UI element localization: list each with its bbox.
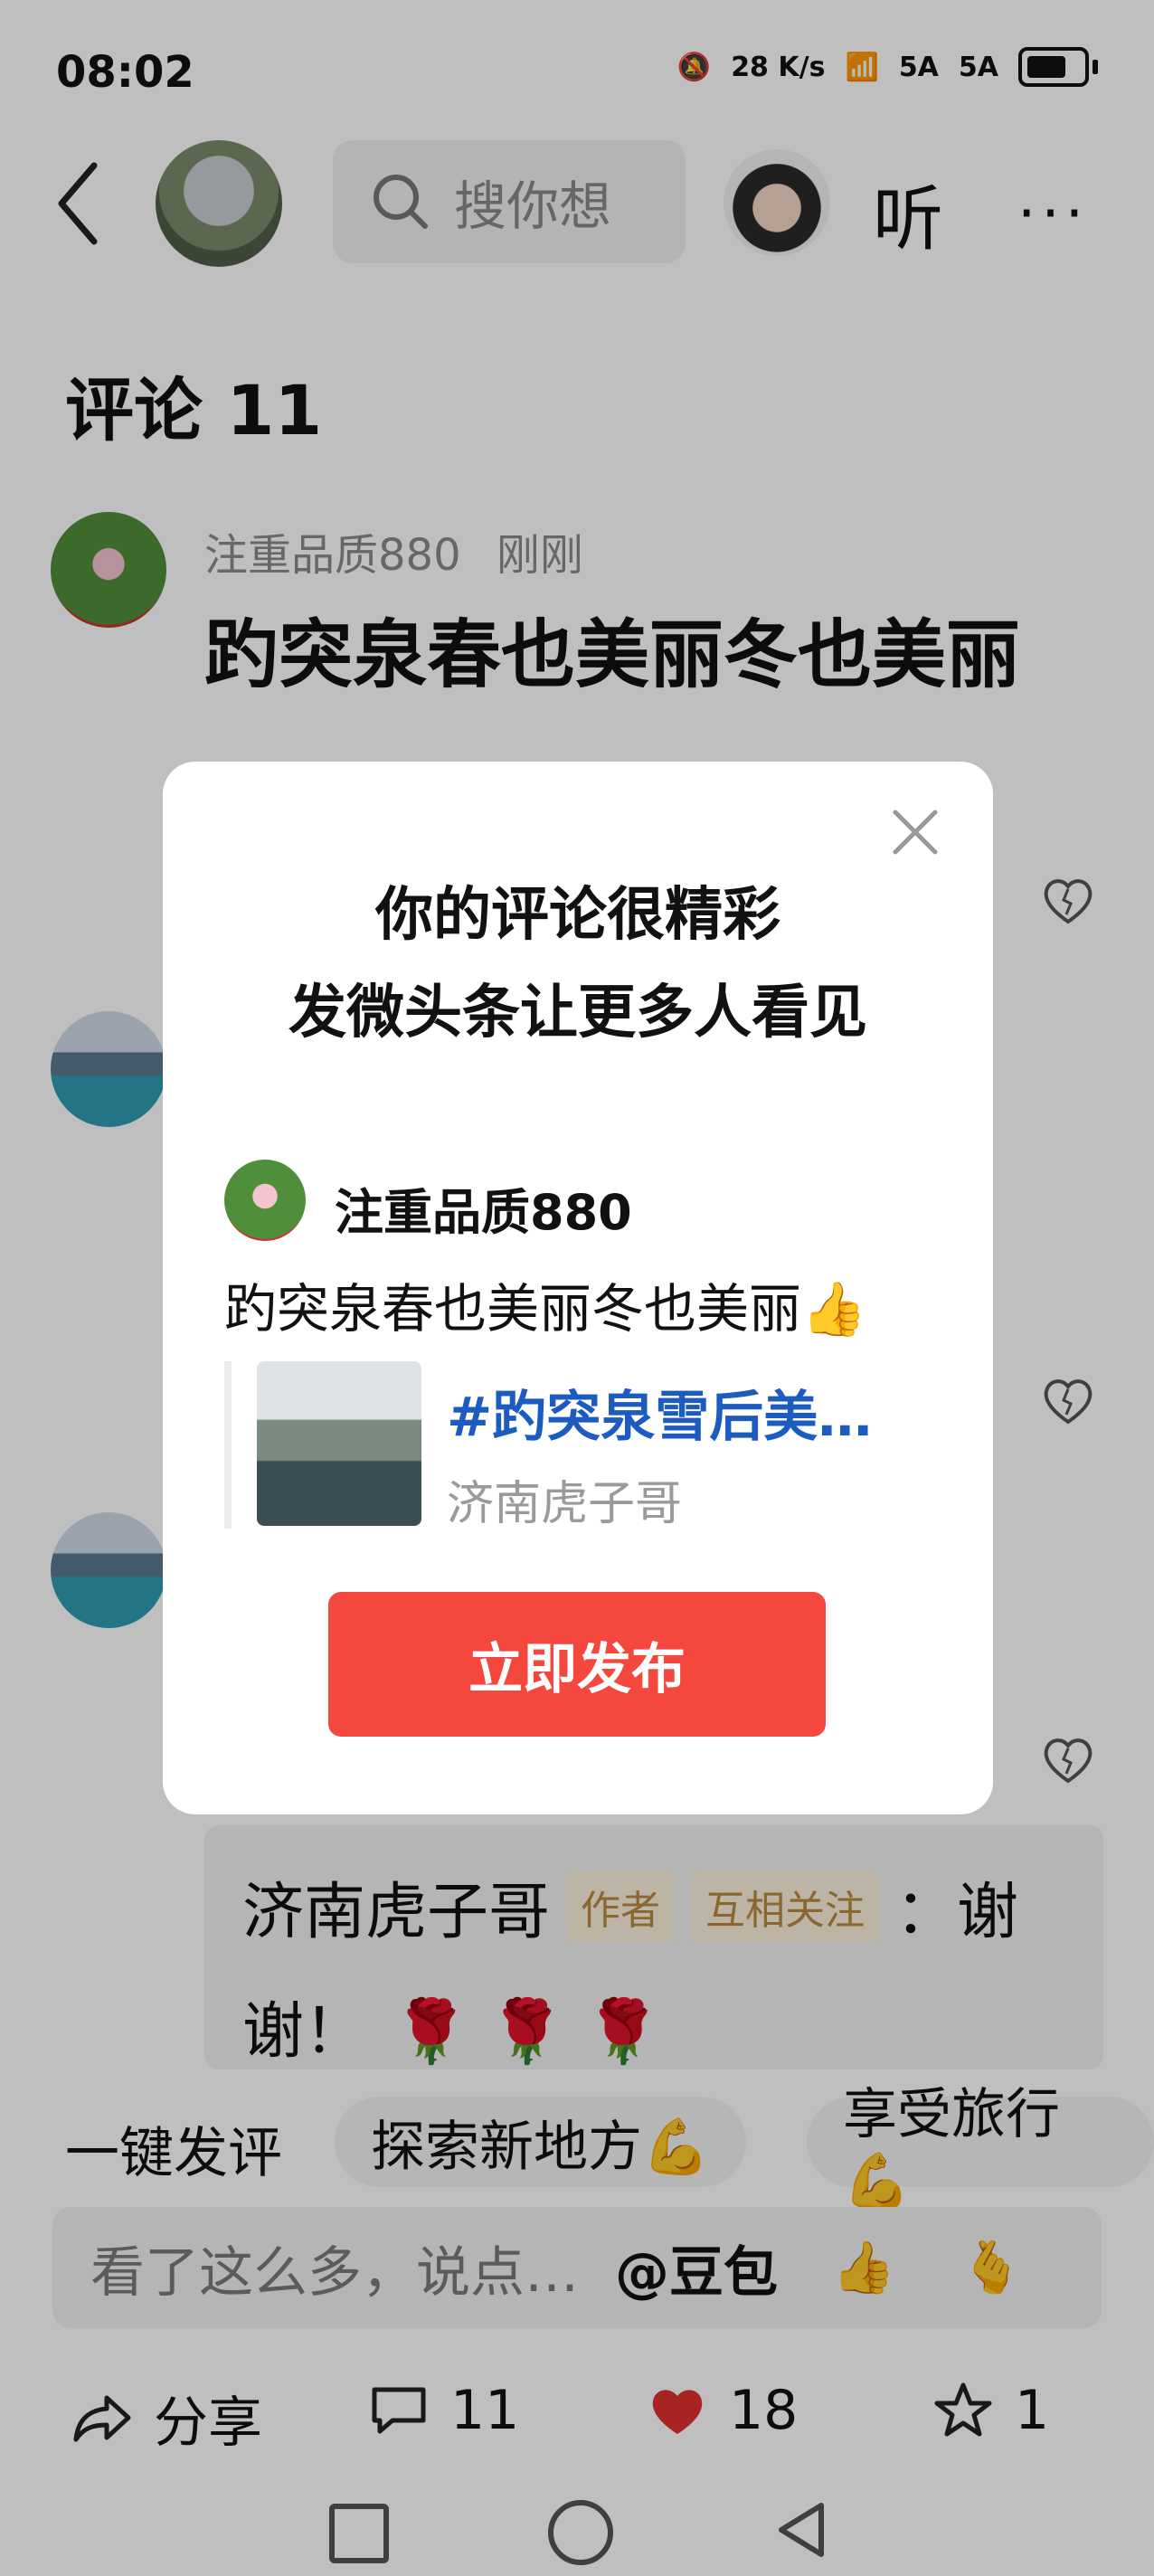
article-topic: #趵突泉雪后美…	[447, 1386, 873, 1449]
modal-title-line-1: 你的评论很精彩	[375, 882, 780, 949]
modal-comment-text: 趵突泉春也美丽冬也美丽👍	[224, 1278, 867, 1340]
modal-username: 注重品质880	[335, 1184, 632, 1241]
modal-title: 你的评论很精彩 发微头条让更多人看见	[163, 867, 993, 1062]
publish-button[interactable]: 立即发布	[328, 1592, 826, 1737]
modal-user-avatar	[224, 1160, 306, 1241]
close-icon[interactable]	[888, 805, 942, 859]
quote-bar	[224, 1361, 232, 1529]
article-thumbnail	[257, 1361, 421, 1526]
modal-title-line-2: 发微头条让更多人看见	[288, 980, 867, 1046]
article-author: 济南虎子哥	[447, 1477, 683, 1531]
